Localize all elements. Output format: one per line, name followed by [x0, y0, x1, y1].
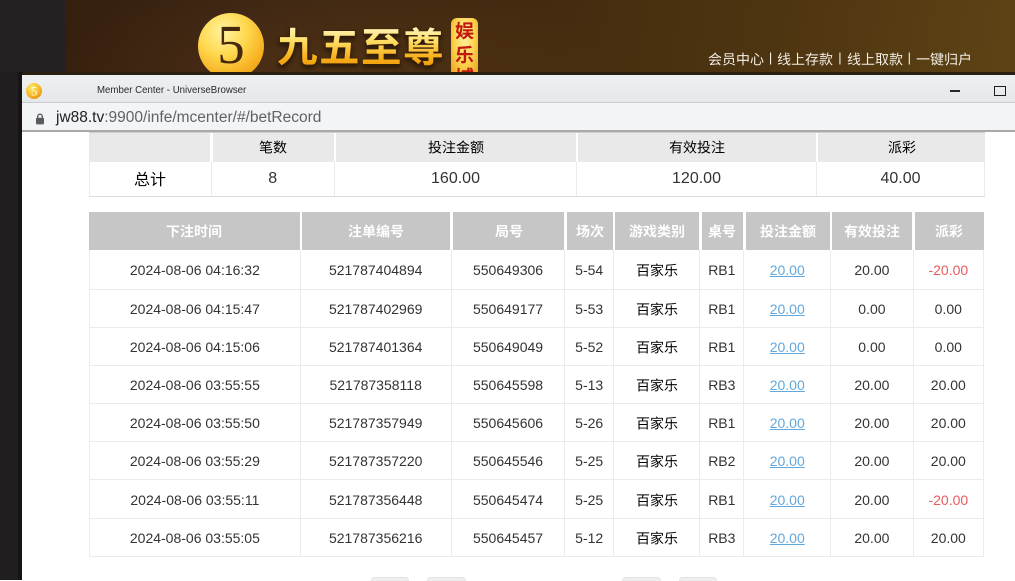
svg-text:5: 5 — [31, 83, 38, 98]
